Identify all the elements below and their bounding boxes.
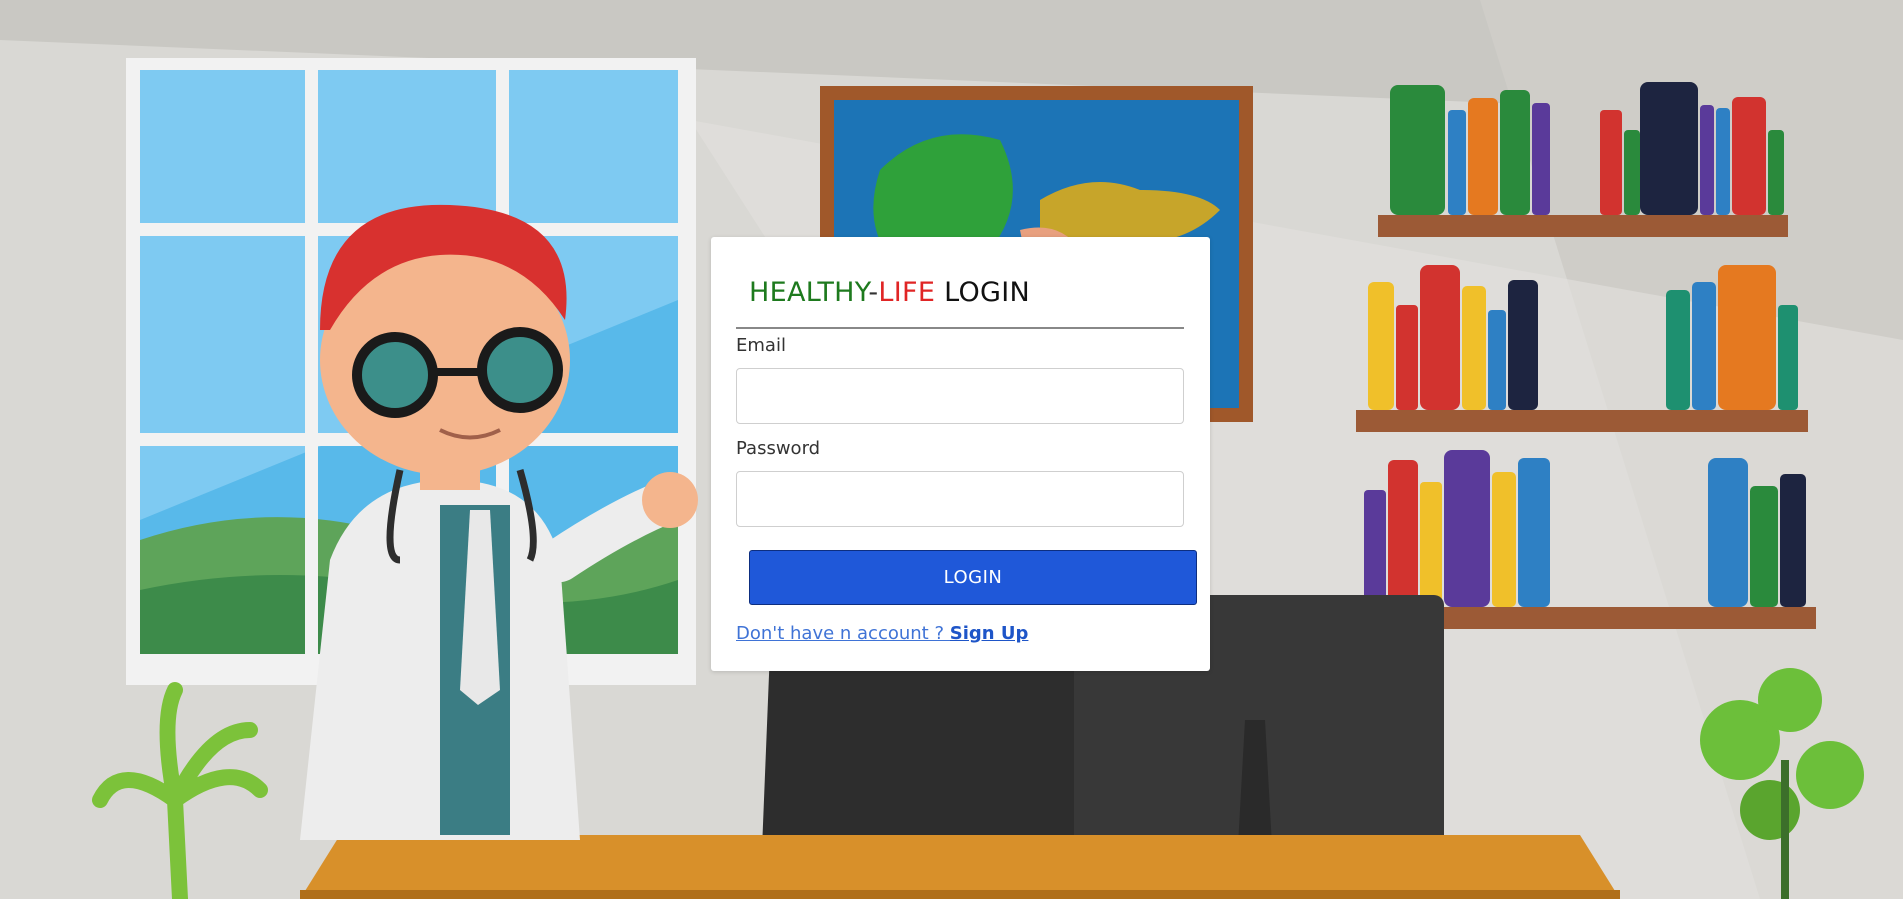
signup-prompt[interactable]: Don't have n account ? Sign Up [736, 623, 1028, 644]
signup-prompt-text[interactable]: Don't have n account ? [736, 623, 950, 644]
password-label: Password [736, 438, 821, 459]
title-login: LOGIN [935, 277, 1030, 308]
password-field[interactable] [736, 471, 1184, 527]
page-title: HEALTHY-LIFE LOGIN [749, 277, 1030, 308]
email-label: Email [736, 335, 786, 356]
title-divider [736, 327, 1184, 329]
signup-link[interactable]: Sign Up [950, 623, 1029, 644]
title-healthy: HEALTHY [749, 277, 869, 308]
email-field[interactable] [736, 368, 1184, 424]
title-life: LIFE [878, 277, 936, 308]
login-button[interactable]: LOGIN [749, 550, 1197, 605]
login-card: HEALTHY-LIFE LOGIN Email Password LOGIN … [711, 237, 1210, 671]
title-dash: - [868, 277, 879, 308]
